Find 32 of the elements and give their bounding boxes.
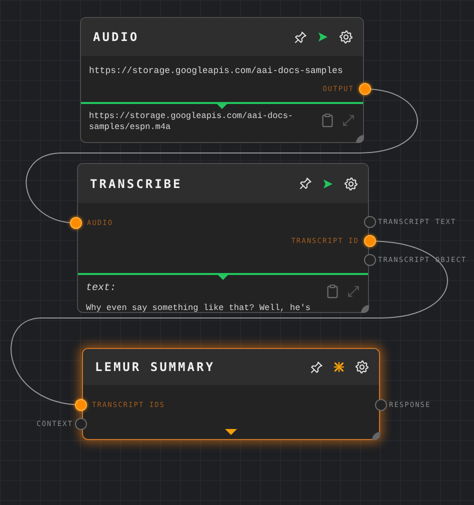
port-handle[interactable]	[364, 254, 376, 266]
port-handle[interactable]	[375, 399, 387, 411]
port-handle[interactable]	[75, 399, 87, 411]
clipboard-icon[interactable]	[320, 112, 335, 129]
settings-icon[interactable]	[344, 176, 358, 190]
pin-icon[interactable]	[294, 30, 307, 44]
clipboard-icon[interactable]	[325, 283, 340, 300]
node-title: LEMUR SUMMARY	[95, 359, 215, 376]
pin-icon[interactable]	[299, 177, 312, 190]
play-icon[interactable]	[317, 31, 329, 43]
pin-icon[interactable]	[310, 360, 323, 374]
spinner-icon[interactable]	[333, 361, 345, 373]
port-handle[interactable]	[364, 235, 376, 247]
port-handle[interactable]	[359, 83, 371, 95]
output-label: text:	[86, 282, 118, 295]
expand-arrow-icon[interactable]	[225, 429, 237, 435]
port-handle[interactable]	[364, 216, 376, 228]
node-title: AUDIO	[93, 29, 140, 46]
node-title: TRANSCRIBE	[90, 176, 182, 192]
resize-handle[interactable]	[372, 432, 380, 440]
resize-handle[interactable]	[356, 135, 364, 143]
output-text: Why even say something like that? Well, he's	[86, 303, 312, 314]
resize-handle[interactable]	[361, 305, 369, 313]
settings-icon[interactable]	[355, 360, 369, 374]
input-field[interactable]: https://storage.googleapis.com/aai-docs-samples	[81, 56, 363, 78]
settings-icon[interactable]	[339, 30, 353, 44]
collapse-arrow-icon[interactable]	[217, 274, 229, 280]
play-icon[interactable]	[322, 178, 334, 190]
port-handle[interactable]	[70, 217, 82, 229]
port-handle[interactable]	[75, 418, 87, 430]
output-text: https://storage.googleapis.com/aai-docs-samples/espn.m4a	[89, 111, 294, 134]
collapse-arrow-icon[interactable]	[216, 103, 228, 109]
